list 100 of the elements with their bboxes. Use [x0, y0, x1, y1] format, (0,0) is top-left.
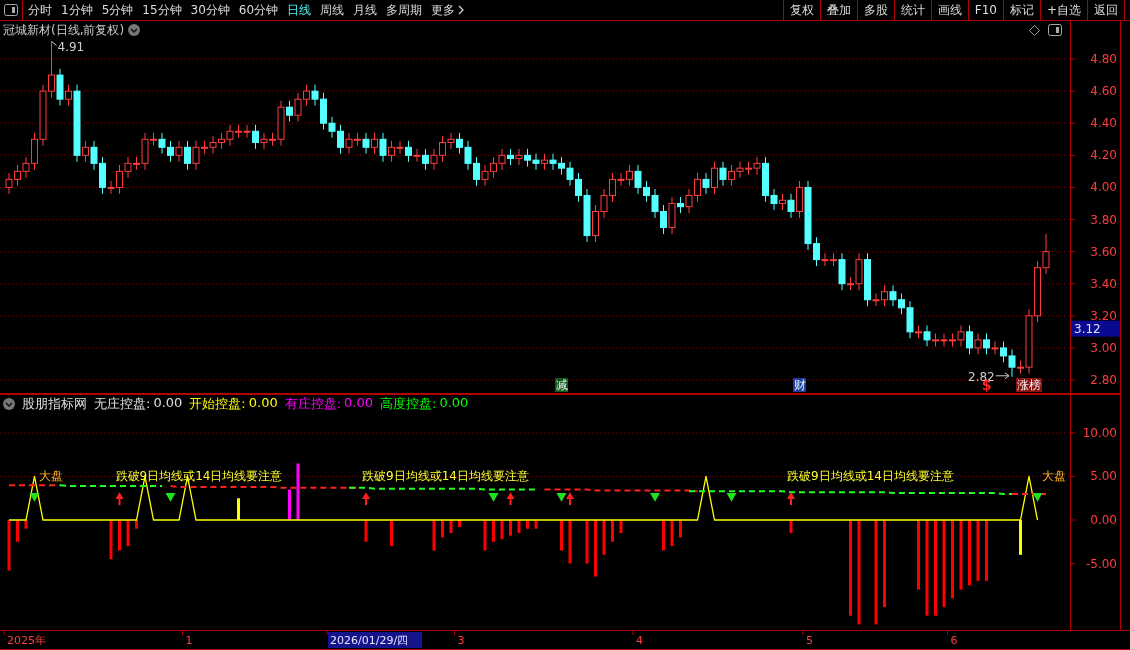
indicator-bar [619, 520, 623, 534]
indicator-bar [7, 520, 11, 571]
indicator-bar [364, 520, 368, 542]
axis-label: 3.00 [1090, 340, 1117, 355]
reading-value: 0.00 [344, 395, 374, 412]
period-tab[interactable]: 5分钟 [101, 1, 134, 19]
toolbar-button[interactable]: 叠加 [819, 0, 857, 20]
period-tab[interactable]: 15分钟 [142, 1, 182, 19]
signal-badge: 财 [793, 378, 806, 392]
warning-text: 跌破9日均线或14日均线要注意 [362, 469, 529, 484]
axis-label: 4.40 [1090, 116, 1117, 131]
indicator-bar [24, 520, 28, 529]
period-tab[interactable]: 月线 [353, 1, 378, 19]
indicator-bar [390, 520, 393, 547]
toolbar-button[interactable]: 返回 [1087, 0, 1125, 20]
toolbar-button[interactable]: 标记 [1002, 0, 1040, 20]
indicator-bar [594, 520, 597, 577]
up-arrow-icon [566, 492, 574, 506]
toolbar-button[interactable]: 复权 [782, 0, 820, 20]
axis-label: 5 [806, 634, 813, 647]
up-arrow-icon [362, 492, 370, 506]
indicator-bar [288, 489, 291, 520]
stock-title: 冠城新材(日线,前复权) [3, 21, 125, 39]
indicator-bar [611, 520, 614, 542]
indicator-bar [670, 520, 674, 547]
indicator-bar [959, 520, 963, 590]
axis-label: 4.00 [1090, 180, 1117, 195]
axis-label: 10.00 [1082, 426, 1117, 440]
diamond-icon[interactable] [1029, 24, 1040, 36]
toolbar-button[interactable]: 统计 [893, 0, 931, 20]
indicator-bar [296, 463, 300, 520]
date-label: 2026/01/29/四 [328, 632, 422, 648]
axis-label: 0.00 [1090, 513, 1117, 527]
axis-label: 1 [185, 634, 193, 647]
period-tab[interactable]: 分时 [28, 1, 52, 19]
indicator-bar [500, 520, 504, 540]
market-label: 大盘 [1041, 469, 1066, 484]
axis-label: 3.60 [1090, 244, 1117, 259]
axis-label: -5.00 [1085, 556, 1117, 571]
indicator-bar [509, 520, 512, 536]
down-arrow-icon [556, 493, 567, 502]
period-tab[interactable]: 周线 [320, 1, 345, 19]
axis-label: 3 [457, 634, 465, 647]
period-tab[interactable]: 60分钟 [238, 1, 279, 19]
chevron-down-icon[interactable] [128, 24, 141, 36]
axis-label: 4.60 [1090, 84, 1117, 99]
axis-label: 4 [636, 634, 643, 647]
axis-label: 5.00 [1090, 469, 1117, 484]
indicator-bar [483, 520, 487, 551]
indicator-bar [789, 520, 793, 534]
indicator-bar [449, 520, 453, 534]
indicator-bar [985, 520, 988, 581]
indicator-bar [585, 520, 589, 564]
down-arrow-icon [165, 493, 176, 502]
toolbar-button[interactable]: 多股 [856, 0, 894, 20]
reading-label: 无庄控盘: [94, 395, 151, 413]
panel-toggle-icon [4, 4, 18, 16]
signal-badge: 减 [555, 378, 568, 392]
indicator-bar [534, 520, 538, 529]
indicator-bar [560, 520, 563, 551]
indicator-bar [526, 520, 529, 529]
indicator-bar [968, 520, 971, 586]
reading-value: 0.00 [439, 395, 469, 412]
indicator-bar [1019, 520, 1022, 555]
indicator-bar [517, 520, 521, 534]
axis-label: 2.80 [1090, 373, 1117, 387]
toolbar-button[interactable]: F10 [967, 0, 1003, 20]
down-arrow-icon [488, 493, 499, 502]
chevron-down-icon[interactable] [3, 398, 15, 410]
indicator-bar [432, 520, 436, 551]
indicator-bar [568, 520, 572, 564]
period-tab[interactable]: 30分钟 [190, 1, 230, 19]
high-price-label: 4.91 [57, 40, 85, 55]
chevron-right-icon [458, 5, 465, 15]
period-tab[interactable]: 日线 [287, 1, 312, 19]
warning-text: 跌破9日均线或14日均线要注意 [787, 469, 954, 484]
reading-label: 开始控盘: [189, 395, 246, 413]
indicator-bar [917, 520, 920, 590]
reading-value: 0.00 [248, 395, 278, 412]
axis-label: 3.40 [1090, 276, 1117, 291]
leader-arrow [995, 372, 1010, 380]
toolbar-button[interactable]: +自选 [1039, 0, 1087, 20]
panel-toggle-icon[interactable] [1048, 24, 1062, 36]
toolbar-button[interactable]: 画线 [930, 0, 968, 20]
more-button[interactable]: 更多 [431, 1, 465, 19]
indicator-bar [126, 520, 130, 547]
axis-label: 3.80 [1090, 212, 1117, 227]
period-tab[interactable]: 多周期 [386, 1, 423, 19]
up-arrow-icon [115, 492, 124, 506]
period-tab[interactable]: 1分钟 [61, 1, 93, 19]
signal-badge: 涨榜 [1016, 378, 1042, 392]
indicator-bar [602, 520, 606, 555]
indicator-bar [976, 520, 980, 581]
up-arrow-icon [787, 492, 795, 506]
reading-label: 有庄控盘: [284, 395, 342, 413]
down-arrow-icon [1032, 493, 1043, 502]
reading-label: 高度控盘: [380, 395, 437, 413]
axis-label: 4.20 [1090, 148, 1117, 163]
indicator-bar [135, 520, 138, 529]
warning-text: 跌破9日均线或14日均线要注意 [115, 469, 283, 484]
